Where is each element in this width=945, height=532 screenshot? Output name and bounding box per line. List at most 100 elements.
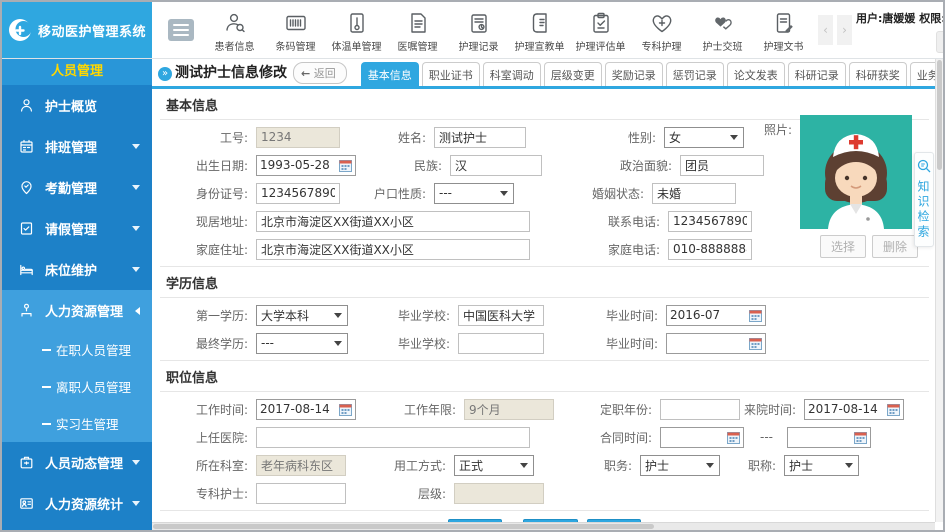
- specialty-nurse-field[interactable]: [256, 483, 346, 504]
- toolbar-item-medical-orders[interactable]: 医嘱管理: [387, 7, 448, 53]
- name-field[interactable]: [434, 127, 526, 148]
- sidebar-item-attendance-management[interactable]: 考勤管理: [2, 167, 152, 208]
- logo-block: 移动医护管理系统: [2, 2, 152, 58]
- marital-status-label: 婚姻状态:: [514, 185, 652, 202]
- toolbar-item-temperature-sheet[interactable]: 体温单管理: [326, 7, 387, 53]
- tab-basic-info[interactable]: 基本信息: [361, 62, 419, 86]
- calendar-icon: [887, 403, 900, 416]
- toolbar-item-education-sheet[interactable]: 护理宣教单: [509, 7, 570, 53]
- photo-buttons: 选择 删除: [820, 235, 918, 258]
- level-field: [454, 483, 544, 504]
- employment-type-select[interactable]: 正式: [454, 455, 534, 476]
- work-start-field[interactable]: [256, 399, 356, 420]
- toolbar-item-barcode[interactable]: 条码管理: [265, 7, 326, 53]
- home-phone-label: 家庭电话:: [530, 241, 668, 258]
- nav-prev-icon[interactable]: ‹: [818, 15, 833, 45]
- name-label: 姓名:: [340, 129, 434, 146]
- previous-hospital-field[interactable]: [256, 427, 530, 448]
- toolbar-item-patient-info[interactable]: 患者信息: [204, 7, 265, 53]
- sidebar-item-nurse-overview[interactable]: 护士概览: [2, 85, 152, 126]
- sidebar-item-former-staff[interactable]: 离职人员管理: [2, 368, 152, 405]
- toolbar-item-nursing-record[interactable]: 护理记录: [448, 7, 509, 53]
- birth-date-field[interactable]: [256, 155, 356, 176]
- political-status-field[interactable]: [680, 155, 764, 176]
- first-degree-label: 第一学历:: [160, 307, 256, 324]
- level-label: 层级:: [346, 485, 454, 502]
- duty-select[interactable]: 护士: [640, 455, 720, 476]
- search-icon: [917, 159, 931, 173]
- horizontal-scrollbar[interactable]: [152, 522, 935, 530]
- page-back-button[interactable]: ← 返回: [293, 62, 347, 84]
- toolbar-item-nursing-document[interactable]: 护理文书: [753, 7, 814, 53]
- marital-status-field[interactable]: [652, 183, 736, 204]
- menu-toggle-button[interactable]: [168, 19, 194, 41]
- form-actions: 保存 预览 打印: [160, 510, 929, 522]
- graduate-school-field[interactable]: [458, 305, 544, 326]
- household-type-select[interactable]: ---: [434, 183, 514, 204]
- first-degree-select[interactable]: 大学本科: [256, 305, 348, 326]
- tab-research-awards[interactable]: 科研获奖: [849, 62, 907, 86]
- tab-professional-certificates[interactable]: 职业证书: [422, 62, 480, 86]
- tab-level-change[interactable]: 层级变更: [544, 62, 602, 86]
- form-row: 工作时间: 工作年限: 定职年份: 来院时间:: [160, 398, 929, 420]
- graduate-school2-field[interactable]: [458, 333, 544, 354]
- sidebar-item-hr-management[interactable]: 人力资源管理: [2, 290, 152, 331]
- sidebar-item-bed-maintenance[interactable]: 床位维护: [2, 249, 152, 290]
- vertical-scrollbar[interactable]: [935, 59, 943, 522]
- chevron-down-icon: [132, 144, 140, 149]
- graduate-school-label: 毕业学校:: [348, 307, 458, 324]
- political-status-label: 政治面貌:: [542, 157, 680, 174]
- current-address-field[interactable]: [256, 211, 530, 232]
- photo-select-button[interactable]: 选择: [820, 235, 866, 258]
- toolbar-item-specialty-care[interactable]: 专科护理: [631, 7, 692, 53]
- graduation-time2-field[interactable]: [666, 333, 766, 354]
- sidebar-item-intern-management[interactable]: 实习生管理: [2, 405, 152, 442]
- page-title: 测试护士信息修改: [175, 62, 287, 82]
- graduation-time-field[interactable]: [666, 305, 766, 326]
- sidebar-group-hr-management: 人力资源管理 在职人员管理 离职人员管理 实习生管理: [2, 290, 152, 442]
- nav-next-icon[interactable]: ›: [837, 15, 852, 45]
- sidebar-item-hr-statistics[interactable]: 人力资源统计: [2, 483, 152, 524]
- fixed-post-year-field[interactable]: [660, 399, 740, 420]
- previous-hospital-label: 上任医院:: [160, 429, 256, 446]
- graduation-time2-label: 毕业时间:: [544, 335, 666, 352]
- header-back-button[interactable]: ←返回: [936, 31, 945, 53]
- tab-penalties[interactable]: 惩罚记录: [666, 62, 724, 86]
- tab-publications[interactable]: 论文发表: [727, 62, 785, 86]
- home-phone-field[interactable]: [668, 239, 752, 260]
- id-card-field[interactable]: [256, 183, 340, 204]
- contact-phone-field[interactable]: [668, 211, 752, 232]
- horizontal-scrollbar-thumb[interactable]: [153, 524, 654, 529]
- calendar-icon: [749, 337, 762, 350]
- knowledge-search-label: 知识检索: [915, 180, 932, 240]
- toolbar-item-assessment-sheet[interactable]: 护理评估单: [570, 7, 631, 53]
- nursing-record-icon: [448, 11, 509, 35]
- contract-start-field[interactable]: [660, 427, 744, 448]
- main-area: » 测试护士信息修改 ← 返回 基本信息 职业证书 科室调动 层级变更 奖励记录…: [152, 59, 943, 530]
- gender-select[interactable]: 女: [664, 127, 744, 148]
- professional-title-select[interactable]: 护士: [784, 455, 859, 476]
- nurse-overview-icon: [19, 98, 36, 113]
- vertical-scrollbar-thumb[interactable]: [937, 60, 942, 170]
- sidebar-item-leave-management[interactable]: 请假管理: [2, 208, 152, 249]
- sidebar-item-active-staff[interactable]: 在职人员管理: [2, 331, 152, 368]
- tab-awards[interactable]: 奖励记录: [605, 62, 663, 86]
- section-title-position: 职位信息: [160, 361, 929, 392]
- calendar-icon: [339, 403, 352, 416]
- form-row: 专科护士: 层级:: [160, 482, 929, 504]
- form-row: 最终学历: --- 毕业学校: 毕业时间:: [160, 332, 929, 354]
- arrival-time-field[interactable]: [804, 399, 904, 420]
- education-sheet-icon: [509, 11, 570, 35]
- final-degree-select[interactable]: ---: [256, 333, 348, 354]
- home-address-field[interactable]: [256, 239, 530, 260]
- photo-delete-button[interactable]: 删除: [872, 235, 918, 258]
- app-logo-icon: [8, 18, 32, 42]
- tab-research-records[interactable]: 科研记录: [788, 62, 846, 86]
- sidebar-item-personnel-dynamics[interactable]: 人员动态管理: [2, 442, 152, 483]
- ethnicity-field[interactable]: [450, 155, 542, 176]
- sidebar-item-schedule-management[interactable]: 排班管理: [2, 126, 152, 167]
- knowledge-search-tab[interactable]: 知识检索: [914, 152, 934, 247]
- toolbar-item-shift-handover[interactable]: 护士交班: [692, 7, 753, 53]
- contract-end-field[interactable]: [787, 427, 871, 448]
- tab-department-transfer[interactable]: 科室调动: [483, 62, 541, 86]
